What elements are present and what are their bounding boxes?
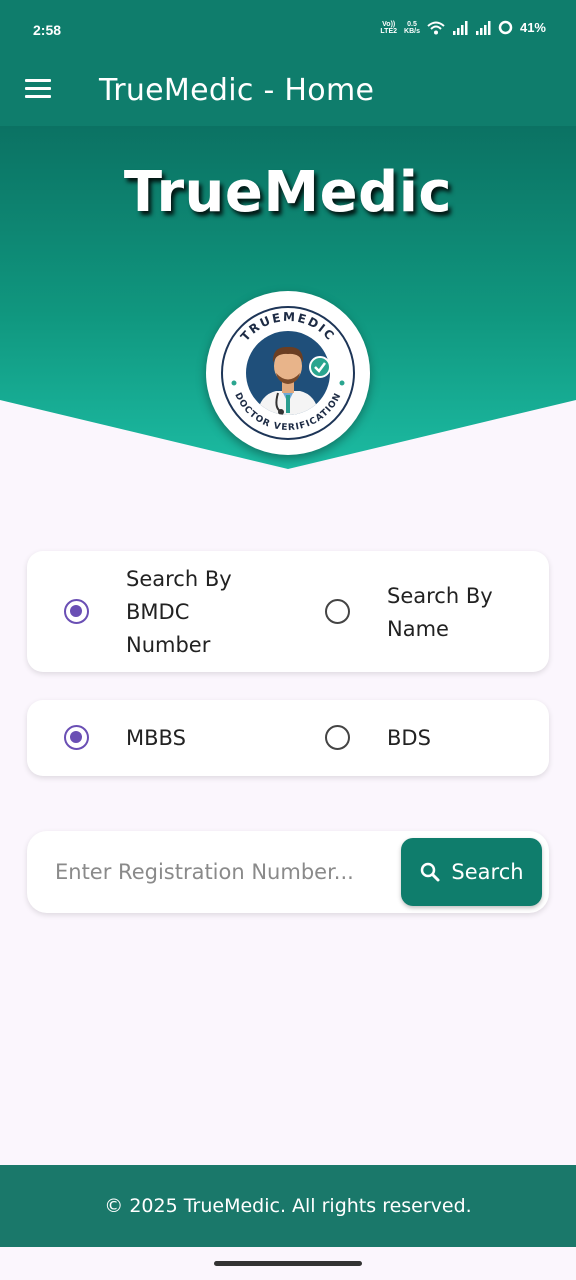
hero-banner: TrueMedic TRUEMEDIC DOCTOR VERIFICATION: [0, 126, 576, 470]
status-time: 2:58: [33, 22, 62, 38]
degree-card: MBBS BDS: [27, 700, 549, 776]
status-icons: Vo)) LTE2 0.5 KB/s 41%: [380, 20, 546, 35]
app-bar: TrueMedic - Home: [0, 58, 576, 126]
search-card: Search: [27, 831, 549, 913]
battery-icon: [498, 20, 513, 35]
app-bar-title: TrueMedic - Home: [99, 73, 375, 108]
battery-percent: 41%: [519, 20, 546, 35]
registration-number-input[interactable]: [45, 852, 400, 892]
search-type-card: Search By BMDC Number Search By Name: [27, 551, 549, 672]
radio-mbbs[interactable]: [64, 725, 89, 750]
wifi-icon: [427, 21, 445, 34]
hamburger-menu-icon[interactable]: [25, 79, 51, 99]
network-speed: 0.5 KB/s: [404, 20, 420, 35]
signal-icon-2: [475, 20, 491, 35]
status-bar: 2:58 Vo)) LTE2 0.5 KB/s 41%: [0, 0, 576, 58]
radio-label-bmdc-number[interactable]: Search By BMDC Number: [126, 563, 276, 662]
search-button[interactable]: Search: [401, 838, 542, 906]
hero-title: TrueMedic: [123, 160, 453, 225]
radio-bds[interactable]: [325, 725, 350, 750]
footer: © 2025 TrueMedic. All rights reserved.: [0, 1165, 576, 1247]
radio-bmdc-number[interactable]: [64, 599, 89, 624]
volte-indicator: Vo)) LTE2: [380, 20, 398, 35]
radio-label-mbbs[interactable]: MBBS: [126, 722, 186, 755]
radio-name[interactable]: [325, 599, 350, 624]
search-icon: [421, 862, 440, 882]
radio-label-name[interactable]: Search By Name: [387, 580, 527, 646]
truemedic-logo: TRUEMEDIC DOCTOR VERIFICATION: [206, 291, 370, 455]
signal-icon-1: [452, 20, 468, 35]
radio-label-bds[interactable]: BDS: [387, 722, 431, 755]
footer-copyright: © 2025 TrueMedic. All rights reserved.: [104, 1195, 472, 1217]
home-indicator[interactable]: [214, 1261, 362, 1266]
search-button-label: Search: [451, 860, 524, 884]
